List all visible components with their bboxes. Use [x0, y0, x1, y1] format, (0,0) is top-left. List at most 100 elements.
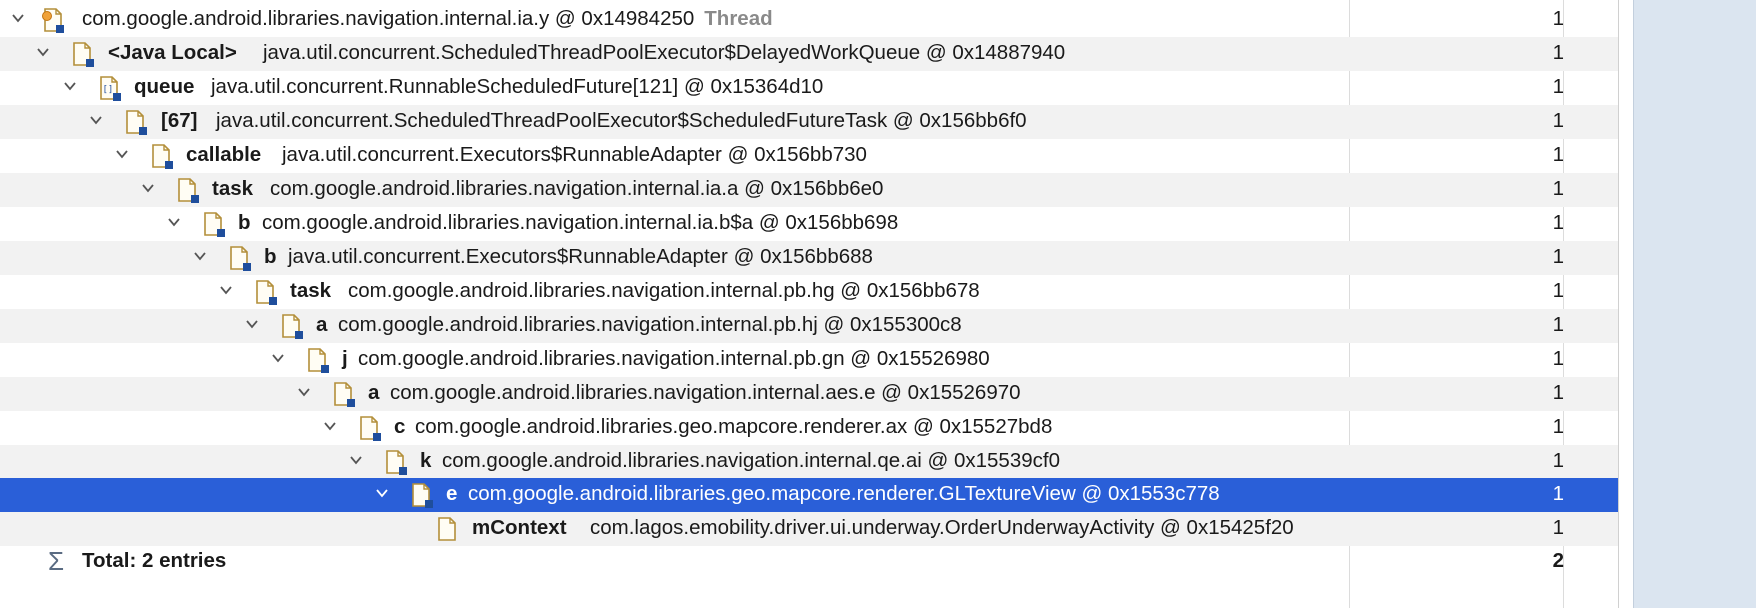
- object-value: com.google.android.libraries.geo.mapcore…: [468, 482, 1220, 505]
- object-icon: [386, 450, 407, 475]
- object-icon: [282, 314, 303, 339]
- objects-count: 1: [1552, 313, 1564, 336]
- tree-row[interactable]: <Java Local> java.util.concurrent.Schedu…: [0, 37, 1618, 71]
- field-name: <Java Local>: [108, 41, 237, 64]
- chevron-down-icon[interactable]: [220, 284, 232, 296]
- tree-row[interactable]: b java.util.concurrent.Executors$Runnabl…: [0, 241, 1618, 275]
- tree-row[interactable]: k com.google.android.libraries.navigatio…: [0, 445, 1618, 479]
- field-name: a: [368, 381, 380, 404]
- object-icon: [126, 110, 147, 135]
- tree-row[interactable]: mContext com.lagos.emobility.driver.ui.u…: [0, 512, 1618, 546]
- reference-tree-table: com.google.android.libraries.navigation.…: [0, 0, 1618, 608]
- chevron-down-icon[interactable]: [272, 352, 284, 364]
- object-icon: [230, 246, 251, 271]
- field-name: callable: [186, 143, 262, 166]
- object-icon: [334, 382, 355, 407]
- object-value: java.util.concurrent.Executors$RunnableA…: [282, 143, 867, 166]
- object-value: com.lagos.emobility.driver.ui.underway.O…: [590, 516, 1294, 539]
- chevron-down-icon[interactable]: [324, 420, 336, 432]
- object-value: com.google.android.libraries.navigation.…: [338, 313, 962, 336]
- side-panel: [1633, 0, 1756, 608]
- tree-row[interactable]: [] queue java.util.concurrent.RunnableSc…: [0, 71, 1618, 105]
- array-icon: []: [100, 76, 121, 101]
- tree-row[interactable]: callable java.util.concurrent.Executors$…: [0, 139, 1618, 173]
- tree-row[interactable]: a com.google.android.libraries.navigatio…: [0, 377, 1618, 411]
- object-icon: [256, 280, 277, 305]
- chevron-down-icon[interactable]: [90, 114, 102, 126]
- chevron-down-icon[interactable]: [350, 454, 362, 466]
- object-value: com.google.android.libraries.navigation.…: [358, 347, 990, 370]
- thread-label: Thread: [704, 7, 773, 30]
- tree-row-selected[interactable]: e com.google.android.libraries.geo.mapco…: [0, 478, 1618, 512]
- tree-row[interactable]: [67] java.util.concurrent.ScheduledThrea…: [0, 105, 1618, 139]
- tree-row[interactable]: b com.google.android.libraries.navigatio…: [0, 207, 1618, 241]
- chevron-down-icon[interactable]: [298, 386, 310, 398]
- field-name: a: [316, 313, 328, 336]
- tree-row[interactable]: a com.google.android.libraries.navigatio…: [0, 309, 1618, 343]
- object-value: com.google.android.libraries.navigation.…: [82, 7, 695, 30]
- total-label: Total: 2 entries: [82, 549, 227, 572]
- tree-row[interactable]: j com.google.android.libraries.navigatio…: [0, 343, 1618, 377]
- objects-count: 1: [1552, 211, 1564, 234]
- object-value: com.google.android.libraries.navigation.…: [348, 279, 980, 302]
- chevron-down-icon[interactable]: [376, 487, 388, 499]
- objects-count: 1: [1552, 415, 1564, 438]
- object-value: com.google.android.libraries.navigation.…: [390, 381, 1021, 404]
- objects-count: 1: [1552, 381, 1564, 404]
- object-icon: [204, 212, 225, 237]
- objects-count: 1: [1552, 449, 1564, 472]
- field-name: b: [238, 211, 251, 234]
- objects-count: 1: [1552, 482, 1564, 505]
- field-name: j: [342, 347, 348, 370]
- chevron-down-icon[interactable]: [37, 46, 49, 58]
- total-row: Σ Total: 2 entries 2: [0, 544, 1618, 578]
- object-icon: [73, 42, 94, 67]
- object-value: com.google.android.libraries.navigation.…: [442, 449, 1060, 472]
- object-icon: [412, 483, 433, 508]
- objects-count: 1: [1552, 7, 1564, 30]
- object-value: com.google.android.libraries.navigation.…: [262, 211, 899, 234]
- object-value: java.util.concurrent.RunnableScheduledFu…: [211, 75, 824, 98]
- chevron-down-icon[interactable]: [168, 216, 180, 228]
- field-name: c: [394, 415, 406, 438]
- field-name: b: [264, 245, 277, 268]
- vertical-scrollbar[interactable]: [1618, 0, 1633, 608]
- tree-row[interactable]: c com.google.android.libraries.geo.mapco…: [0, 411, 1618, 445]
- field-name: e: [446, 482, 458, 505]
- objects-count: 1: [1552, 347, 1564, 370]
- objects-count: 1: [1552, 177, 1564, 200]
- sum-icon: Σ: [48, 546, 65, 576]
- field-name: task: [212, 177, 254, 200]
- svg-text:[]: []: [103, 85, 114, 95]
- field-name: queue: [134, 75, 195, 98]
- field-name: k: [420, 449, 432, 472]
- field-name: task: [290, 279, 332, 302]
- objects-count: 1: [1552, 75, 1564, 98]
- tree-row[interactable]: task com.google.android.libraries.naviga…: [0, 275, 1618, 309]
- field-name: [67]: [161, 109, 198, 132]
- object-icon: [152, 144, 173, 169]
- thread-object-icon: [42, 8, 64, 33]
- objects-count: 1: [1552, 41, 1564, 64]
- chevron-down-icon[interactable]: [142, 182, 154, 194]
- chevron-down-icon[interactable]: [64, 80, 76, 92]
- chevron-down-icon[interactable]: [12, 12, 24, 24]
- total-count: 2: [1552, 549, 1564, 572]
- objects-count: 1: [1552, 516, 1564, 539]
- chevron-down-icon[interactable]: [116, 148, 128, 160]
- object-icon: [308, 348, 329, 373]
- tree-row[interactable]: task com.google.android.libraries.naviga…: [0, 173, 1618, 207]
- object-icon: [178, 178, 199, 203]
- object-value: java.util.concurrent.ScheduledThreadPool…: [216, 109, 1027, 132]
- chevron-down-icon[interactable]: [194, 250, 206, 262]
- object-value: java.util.concurrent.ScheduledThreadPool…: [263, 41, 1066, 64]
- object-value: com.google.android.libraries.geo.mapcore…: [415, 415, 1053, 438]
- objects-count: 1: [1552, 109, 1564, 132]
- object-icon: [438, 517, 456, 541]
- objects-count: 1: [1552, 143, 1564, 166]
- field-name: mContext: [472, 516, 567, 539]
- object-value: com.google.android.libraries.navigation.…: [270, 177, 884, 200]
- object-icon: [360, 416, 381, 441]
- tree-row[interactable]: com.google.android.libraries.navigation.…: [0, 3, 1618, 37]
- chevron-down-icon[interactable]: [246, 318, 258, 330]
